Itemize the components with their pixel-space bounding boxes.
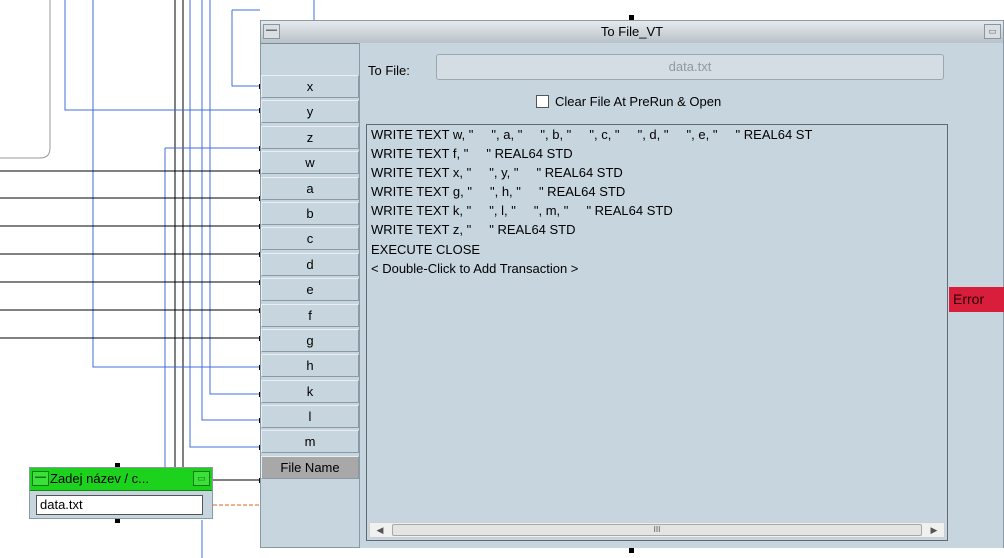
window-title: To File_VT [600,24,664,39]
input-pin-e[interactable]: e [261,278,359,302]
scroll-left-icon[interactable]: ◀ [372,523,388,537]
scroll-right-icon[interactable]: ▶ [926,523,942,537]
input-title: Zadej název / c... [50,471,149,486]
transaction-line[interactable]: WRITE TEXT g, " ", h, " " REAL64 STD [367,182,947,201]
wire-h [209,0,262,395]
transaction-line[interactable]: WRITE TEXT k, " ", l, " ", m, " " REAL64… [367,201,947,220]
input-pin-w[interactable]: w [261,151,359,175]
clear-file-label: Clear File At PreRun & Open [555,94,722,109]
input-pin-d[interactable]: d [261,252,359,276]
input-pin-f[interactable]: f [261,303,359,327]
input-pin-file-name[interactable]: File Name [261,455,359,479]
transaction-line[interactable]: WRITE TEXT x, " ", y, " " REAL64 STD [367,163,947,182]
wire-l [189,0,262,448]
wire-x [231,10,262,87]
input-pin-k[interactable]: k [261,379,359,403]
transaction-line[interactable]: WRITE TEXT w, " ", a, " ", b, " ", c, " … [367,125,947,144]
input-pin-z[interactable]: z [261,125,359,149]
transaction-line[interactable]: WRITE TEXT z, " " REAL64 STD [367,220,947,239]
clear-file-checkbox[interactable] [536,95,549,108]
horizontal-scrollbar[interactable]: ◀ III ▶ [369,522,945,538]
input-pin-x[interactable]: x [261,75,359,98]
scroll-thumb[interactable]: III [392,524,922,536]
maximize-icon[interactable]: ▭ [193,471,210,486]
input-pin-c[interactable]: c [261,227,359,251]
to-file-label: To File: [368,63,410,78]
file-name-input[interactable]: data.txt [36,495,203,515]
transaction-line[interactable]: < Double-Click to Add Transaction > [367,259,947,278]
input-pin-m[interactable]: m [261,430,359,454]
input-title-bar[interactable]: — Zadej název / c... ▭ [30,468,212,491]
input-pin-l[interactable]: l [261,405,359,429]
transaction-list[interactable]: WRITE TEXT w, " ", a, " ", b, " ", c, " … [366,124,948,541]
minimize-icon[interactable]: — [32,471,49,486]
input-pin-h[interactable]: h [261,354,359,378]
input-pin-b[interactable]: b [261,201,359,225]
maximize-icon[interactable]: ▭ [984,24,1001,39]
wire-g [92,0,262,368]
error-output-pin[interactable]: Error [949,287,1004,312]
text-input-object[interactable]: — Zadej název / c... ▭ data.txt [29,467,213,519]
file-name-button[interactable]: data.txt [436,54,944,80]
input-pin-y[interactable]: y [261,100,359,124]
title-bar[interactable]: — To File_VT ▭ [261,21,1003,44]
wire-gray [0,0,51,159]
input-pin-a[interactable]: a [261,176,359,200]
transaction-line[interactable]: EXECUTE CLOSE [367,240,947,259]
clear-file-row[interactable]: Clear File At PreRun & Open [536,94,721,109]
open-view-panel: To File: data.txt Clear File At PreRun &… [359,43,955,548]
to-file-object[interactable]: — To File_VT ▭ x y z w a b c d e f g h k l m File Name … [260,20,1004,548]
transaction-lines: WRITE TEXT w, " ", a, " ", b, " ", c, " … [367,125,947,278]
input-pin-g[interactable]: g [261,328,359,352]
input-pins: x y z w a b c d e f g h k l m File Name [261,75,359,481]
transaction-line[interactable]: WRITE TEXT f, " " REAL64 STD [367,144,947,163]
